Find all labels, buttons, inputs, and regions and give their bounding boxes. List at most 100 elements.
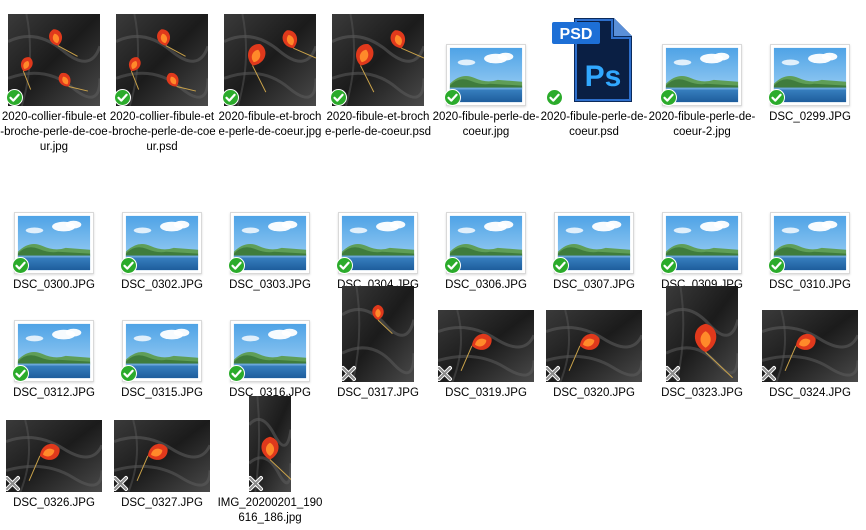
file-item[interactable]: DSC_0304.JPG [324, 178, 432, 298]
file-item[interactable]: DSC_0319.JPG [432, 286, 540, 406]
thumbnail-area [216, 10, 324, 106]
gray-x-icon [247, 475, 264, 492]
file-item[interactable]: 2020-collier-fibule-et-broche-perle-de-c… [108, 10, 216, 153]
file-item[interactable]: DSC_0299.JPG [756, 10, 864, 130]
file-item[interactable]: DSC_0302.JPG [108, 178, 216, 298]
thumbnail-area [108, 10, 216, 106]
file-name-label: 2020-collier-fibule-et-broche-perle-de-c… [0, 111, 108, 153]
file-item[interactable]: DSC_0309.JPG [648, 178, 756, 298]
thumbnail-area [756, 10, 864, 106]
file-name-label: IMG_20200201_190616_186.jpg [217, 497, 323, 524]
file-item[interactable]: DSC_0320.JPG [540, 286, 648, 406]
file-item[interactable]: DSC_0326.JPG [0, 396, 108, 516]
gray-x-icon [112, 475, 129, 492]
file-item[interactable]: 2020-fibule-perle-de-coeur.jpg [432, 10, 540, 138]
thumbnail-area [648, 178, 756, 274]
file-name-label: 2020-fibule-perle-de-coeur.psd [540, 111, 648, 138]
thumbnail-area [216, 178, 324, 274]
thumbnail-area [216, 286, 324, 382]
thumbnail-area [648, 10, 756, 106]
gray-x-icon [4, 475, 21, 492]
thumbnail-area [756, 178, 864, 274]
green-check-icon [120, 365, 137, 382]
thumbnail-area [108, 286, 216, 382]
file-name-label: DSC_0324.JPG [769, 387, 851, 399]
green-check-icon [444, 89, 461, 106]
file-name-label: DSC_0319.JPG [445, 387, 527, 399]
green-check-icon [336, 257, 353, 274]
thumbnail-area [324, 178, 432, 274]
green-check-icon [6, 89, 23, 106]
file-item[interactable]: DSC_0300.JPG [0, 178, 108, 298]
green-check-icon [768, 257, 785, 274]
file-item[interactable]: 2020-fibule-perle-de-coeur-2.jpg [648, 10, 756, 138]
file-item[interactable]: DSC_0317.JPG [324, 286, 432, 406]
thumbnail-area [324, 286, 432, 382]
thumbnail-area [540, 178, 648, 274]
file-item[interactable]: 2020-fibule-et-broche-perle-de-coeur.psd [324, 10, 432, 138]
file-item[interactable]: DSC_0303.JPG [216, 178, 324, 298]
svg-text:Ps: Ps [585, 60, 622, 93]
file-item[interactable]: DSC_0312.JPG [0, 286, 108, 406]
file-name-label: DSC_0327.JPG [121, 497, 203, 509]
file-name-label: DSC_0326.JPG [13, 497, 95, 509]
file-name-label: 2020-fibule-perle-de-coeur-2.jpg [648, 111, 756, 138]
file-name-label: 2020-fibule-et-broche-perle-de-coeur.psd [324, 111, 432, 138]
thumbnail-area [324, 10, 432, 106]
green-check-icon [228, 257, 245, 274]
file-item[interactable]: DSC_0310.JPG [756, 178, 864, 298]
file-name-label: 2020-fibule-perle-de-coeur.jpg [432, 111, 540, 138]
thumbnail-area [432, 10, 540, 106]
file-name-label: DSC_0323.JPG [661, 387, 743, 399]
thumbnail-area: Ps PSD [540, 10, 648, 106]
green-check-icon [12, 257, 29, 274]
gray-x-icon [760, 365, 777, 382]
thumbnail-area [108, 178, 216, 274]
green-check-icon [114, 89, 131, 106]
file-name-label: 2020-fibule-et-broche-perle-de-coeur.jpg [218, 111, 322, 138]
green-check-icon [546, 89, 563, 106]
green-check-icon [228, 365, 245, 382]
file-item[interactable]: 2020-fibule-et-broche-perle-de-coeur.jpg [216, 10, 324, 138]
gray-x-icon [340, 365, 357, 382]
gray-x-icon [664, 365, 681, 382]
green-check-icon [660, 257, 677, 274]
thumbnail-area [0, 396, 108, 492]
file-item[interactable]: DSC_0316.JPG [216, 286, 324, 406]
thumbnail-area [432, 178, 540, 274]
gray-x-icon [436, 365, 453, 382]
thumbnail-area [540, 286, 648, 382]
thumbnail-area [756, 286, 864, 382]
svg-text:PSD: PSD [560, 26, 593, 43]
file-item[interactable]: DSC_0307.JPG [540, 178, 648, 298]
file-name-label: DSC_0299.JPG [769, 111, 851, 123]
green-check-icon [444, 257, 461, 274]
file-item[interactable]: IMG_20200201_190616_186.jpg [216, 396, 324, 524]
green-check-icon [12, 365, 29, 382]
file-grid: 2020-collier-fibule-et-broche-perle-de-c… [0, 0, 866, 530]
file-item[interactable]: DSC_0327.JPG [108, 396, 216, 516]
thumbnail-area [0, 178, 108, 274]
thumbnail-area [0, 10, 108, 106]
file-name-label: DSC_0320.JPG [553, 387, 635, 399]
thumbnail-area [648, 286, 756, 382]
gray-x-icon [544, 365, 561, 382]
thumbnail-area [108, 396, 216, 492]
green-check-icon [120, 257, 137, 274]
green-check-icon [552, 257, 569, 274]
thumbnail-area [216, 396, 324, 492]
file-item[interactable]: Ps PSD 2020-fibule-perle-de-coeur.psd [540, 10, 648, 138]
file-item[interactable]: 2020-collier-fibule-et-broche-perle-de-c… [0, 10, 108, 153]
file-name-label: DSC_0317.JPG [337, 387, 419, 399]
file-item[interactable]: DSC_0323.JPG [648, 286, 756, 406]
green-check-icon [660, 89, 677, 106]
green-check-icon [222, 89, 239, 106]
file-item[interactable]: DSC_0315.JPG [108, 286, 216, 406]
thumbnail-area [0, 286, 108, 382]
green-check-icon [768, 89, 785, 106]
file-item[interactable]: DSC_0306.JPG [432, 178, 540, 298]
file-name-label: 2020-collier-fibule-et-broche-perle-de-c… [108, 111, 216, 153]
thumbnail-area [432, 286, 540, 382]
file-item[interactable]: DSC_0324.JPG [756, 286, 864, 406]
green-check-icon [330, 89, 347, 106]
